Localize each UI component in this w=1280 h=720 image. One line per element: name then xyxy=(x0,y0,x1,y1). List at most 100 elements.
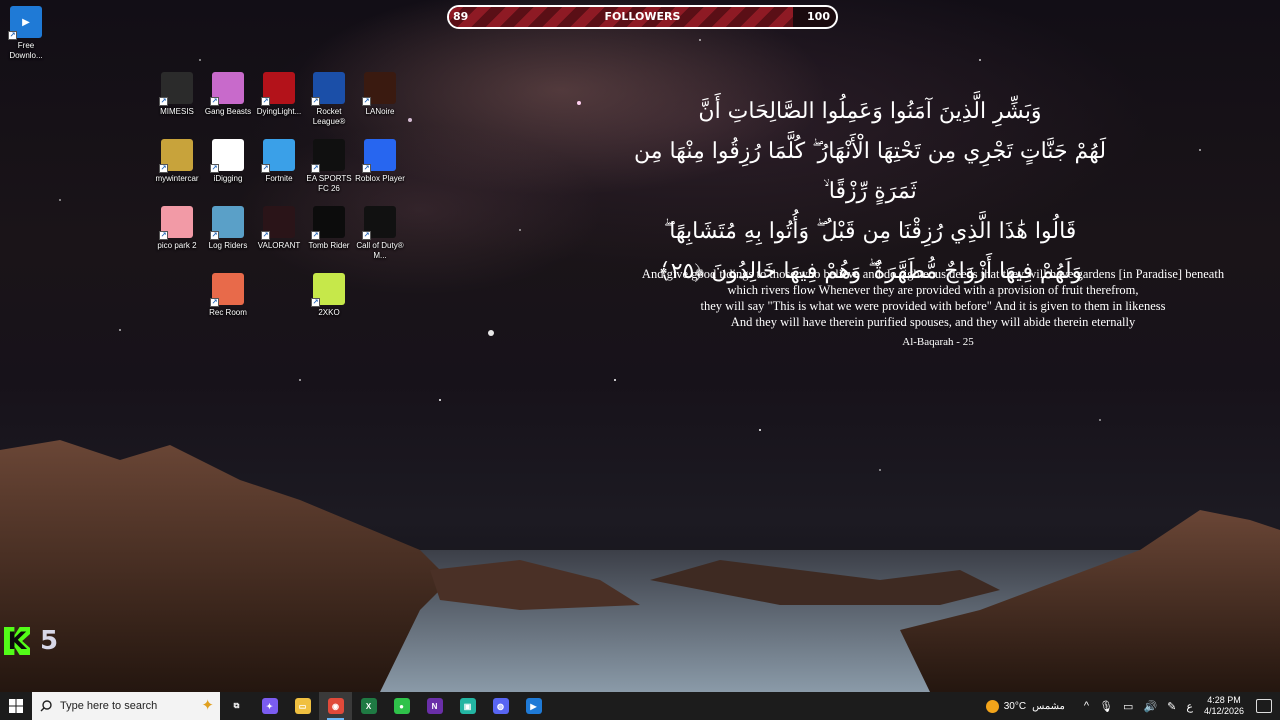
desktop-icon-label: Roblox Player xyxy=(355,174,405,183)
pico-park-icon: ↗ xyxy=(159,206,193,240)
arabic-verse: وَبَشِّرِ الَّذِينَ آمَنُوا وَعَمِلُوا ا… xyxy=(620,92,1120,292)
shortcut-arrow-icon: ↗ xyxy=(159,97,168,106)
taskbar-app-button[interactable]: ▶ xyxy=(517,692,550,720)
desktop-icon-label: pico park 2 xyxy=(157,241,197,250)
desktop-icon[interactable]: ↗ iDigging xyxy=(202,139,254,184)
2xko-icon: ↗ xyxy=(311,273,345,307)
roblox-icon: ↗ xyxy=(362,139,396,173)
show-hidden-icons-icon[interactable]: ^ xyxy=(1084,700,1089,712)
taskbar-app-button[interactable]: ▭ xyxy=(286,692,319,720)
file-explorer-icon: ▭ xyxy=(294,698,311,714)
search-icon xyxy=(40,700,52,712)
desktop-icon-label: Rocket League® xyxy=(312,107,346,126)
shortcut-arrow-icon: ↗ xyxy=(311,164,320,173)
arabic-verse-line: لَهُمْ جَنَّاتٍ تَجْرِي مِن تَحْتِهَا ال… xyxy=(633,139,1107,204)
desktop-icon-label: Gang Beasts xyxy=(204,107,252,116)
gang-beasts-icon: ↗ xyxy=(210,72,244,106)
shortcut-arrow-icon: ↗ xyxy=(311,298,320,307)
fortnite-icon: ↗ xyxy=(261,139,295,173)
valorant-icon: ↗ xyxy=(261,206,295,240)
desktop-icon[interactable]: ↗ Log Riders xyxy=(202,206,254,251)
fc26-icon: ↗ xyxy=(311,139,345,173)
microphone-icon[interactable]: 🎙 xyxy=(1099,700,1113,713)
desktop-icon[interactable]: ↗ LANoire xyxy=(354,72,406,117)
search-highlight-icon: ✦ xyxy=(201,697,214,714)
taskbar-app-button[interactable]: ▣ xyxy=(451,692,484,720)
taskbar-app-button[interactable]: ⧉ xyxy=(220,692,253,720)
translation-line: which rivers flow Whenever they are prov… xyxy=(727,283,1139,297)
desktop-icon[interactable]: ↗ Rocket League® xyxy=(303,72,355,127)
weather-sun-icon[interactable] xyxy=(985,699,999,713)
desktop-icon-label: iDigging xyxy=(213,174,243,183)
shortcut-arrow-icon: ↗ xyxy=(362,164,371,173)
file-icon: ↗ xyxy=(210,139,244,173)
shortcut-arrow-icon: ↗ xyxy=(261,164,270,173)
desktop-icon[interactable]: ↗ Gang Beasts xyxy=(202,72,254,117)
desktop-icon[interactable]: ↗ VALORANT xyxy=(253,206,305,251)
kick-viewer-count: 5 xyxy=(40,626,59,656)
chat-app-icon: ▣ xyxy=(459,698,476,714)
network-icon[interactable]: ▭ xyxy=(1123,700,1133,713)
task-view-icon: ⧉ xyxy=(228,698,245,714)
shortcut-arrow-icon: ↗ xyxy=(210,231,219,240)
language-indicator[interactable]: ع xyxy=(1186,700,1193,713)
shortcut-arrow-icon: ↗ xyxy=(362,97,371,106)
desktop-icon[interactable]: ↗ Rec Room xyxy=(202,273,254,318)
taskbar-app-button[interactable]: X xyxy=(352,692,385,720)
kick-logo-icon: K xyxy=(4,627,30,655)
system-tray: 30°C مشمس ^ 🎙 ▭ 🔊 ✎ ع 4:28 PM 4/12/2026 xyxy=(985,692,1280,720)
arabic-verse-line: قَالُوا هَٰذَا الَّذِي رُزِقْنَا مِن قَب… xyxy=(663,219,1077,244)
desktop-icon[interactable]: ↗ Call of Duty® M... xyxy=(354,206,406,261)
kick-viewer-widget: K 5 xyxy=(4,626,58,656)
desktop-icon-label: Call of Duty® M... xyxy=(356,241,404,260)
log-riders-icon: ↗ xyxy=(210,206,244,240)
weather-temp[interactable]: 30°C xyxy=(1004,701,1026,712)
desktop-icon-label: mywintercar xyxy=(155,174,199,183)
desktop-icon[interactable]: ↗ Tomb Rider xyxy=(303,206,355,251)
desktop-icon[interactable]: ↗ Roblox Player xyxy=(354,139,406,184)
taskbar-app-button[interactable]: N xyxy=(418,692,451,720)
taskbar-app-button[interactable]: ● xyxy=(385,692,418,720)
call-of-duty-icon: ↗ xyxy=(362,206,396,240)
clock-time: 4:28 PM xyxy=(1207,695,1241,705)
weather-condition[interactable]: مشمس xyxy=(1032,701,1065,712)
shortcut-arrow-icon: ↗ xyxy=(261,97,270,106)
desktop-icon[interactable]: ↗ DyingLight... xyxy=(253,72,305,117)
volume-icon[interactable]: 🔊 xyxy=(1143,700,1157,713)
taskbar-app-button[interactable]: ◉ xyxy=(319,692,352,720)
windows-logo-icon xyxy=(9,699,23,713)
desktop-icon-label: MIMESIS xyxy=(160,107,194,116)
taskbar-app-button[interactable]: ◍ xyxy=(484,692,517,720)
rec-room-icon: ↗ xyxy=(210,273,244,307)
desktop-icon[interactable]: ↗ Fortnite xyxy=(253,139,305,184)
desktop-icon-label: 2XKO xyxy=(318,308,340,317)
desktop-icon[interactable]: ↗ MIMESIS xyxy=(151,72,203,117)
shortcut-arrow-icon: ↗ xyxy=(159,231,168,240)
shortcut-arrow-icon: ↗ xyxy=(210,298,219,307)
desktop-icon[interactable]: ↗ mywintercar xyxy=(151,139,203,184)
desktop-icon[interactable]: ↗ pico park 2 xyxy=(151,206,203,251)
start-button[interactable] xyxy=(0,692,32,720)
shortcut-arrow-icon: ↗ xyxy=(311,97,320,106)
clock-date: 4/12/2026 xyxy=(1203,706,1244,716)
discord-icon: ◍ xyxy=(492,698,509,714)
coastal-rocks xyxy=(0,440,1280,692)
arabic-verse-line: وَبَشِّرِ الَّذِينَ آمَنُوا وَعَمِلُوا ا… xyxy=(698,99,1042,124)
desktop-icon[interactable]: ↗ 2XKO xyxy=(303,273,355,318)
desktop-icon-label: Tomb Rider xyxy=(308,241,350,250)
desktop-icon-free-downloader[interactable]: ▶ ↗ Free Downlo... xyxy=(0,6,52,61)
shortcut-arrow-icon: ↗ xyxy=(210,97,219,106)
clock[interactable]: 4:28 PM 4/12/2026 xyxy=(1204,695,1244,717)
taskbar-search-box[interactable]: Type here to search ✦ xyxy=(32,692,220,720)
pen-icon[interactable]: ✎ xyxy=(1167,700,1176,713)
desktop-icon[interactable]: ↗ EA SPORTS FC 26 xyxy=(303,139,355,194)
shortcut-arrow-icon: ↗ xyxy=(210,164,219,173)
desktop-icon-label: Log Riders xyxy=(208,241,248,250)
shortcut-arrow-icon: ↗ xyxy=(362,231,371,240)
taskbar-app-button[interactable]: ✦ xyxy=(253,692,286,720)
next-app-icon: N xyxy=(426,698,443,714)
dying-light-icon: ↗ xyxy=(261,72,295,106)
notification-icon[interactable] xyxy=(1256,699,1272,713)
translation-line: they will say "This is what we were prov… xyxy=(700,299,1166,313)
translation-line: And give good tidings to those who belie… xyxy=(641,267,1225,281)
